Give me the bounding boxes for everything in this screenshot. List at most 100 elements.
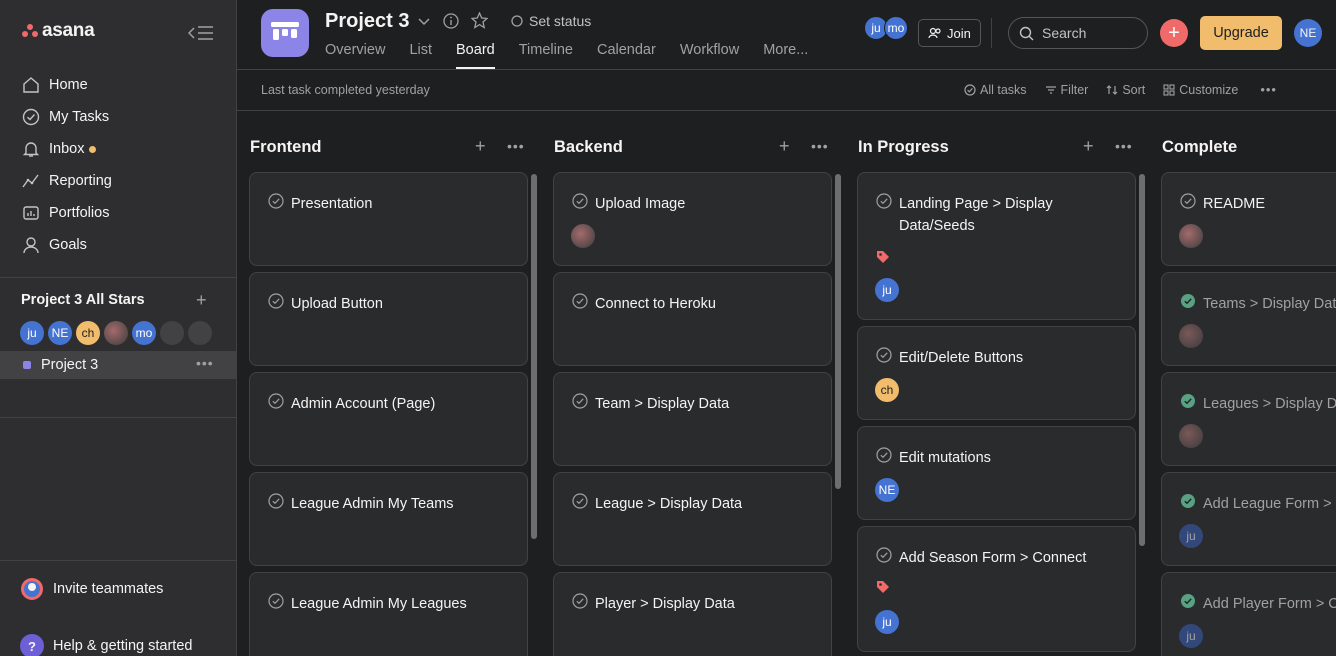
- create-button[interactable]: +: [1160, 19, 1188, 47]
- task-card[interactable]: League Admin My Leagues: [249, 572, 528, 656]
- tab-timeline[interactable]: Timeline: [519, 42, 573, 69]
- check-circle-icon[interactable]: [572, 493, 588, 509]
- sort-button[interactable]: Sort: [1106, 83, 1145, 97]
- check-circle-icon[interactable]: [572, 193, 588, 209]
- collapse-sidebar-icon[interactable]: [187, 24, 214, 42]
- avatar[interactable]: ju: [20, 321, 44, 345]
- check-circle-icon[interactable]: [572, 593, 588, 609]
- task-card[interactable]: Presentation: [249, 172, 528, 266]
- avatar-placeholder[interactable]: [160, 321, 184, 345]
- column-title[interactable]: Backend: [554, 138, 623, 157]
- avatar[interactable]: NE: [875, 478, 899, 502]
- sidebar-item-goals[interactable]: Goals: [0, 229, 237, 261]
- sidebar-item-home[interactable]: Home: [0, 69, 237, 101]
- all-tasks-button[interactable]: All tasks: [964, 83, 1027, 97]
- tab-overview[interactable]: Overview: [325, 42, 385, 69]
- filter-button[interactable]: Filter: [1045, 83, 1088, 97]
- task-card[interactable]: Landing Page > Display Data/Seeds ju: [857, 172, 1136, 320]
- avatar-photo[interactable]: [1179, 324, 1203, 348]
- check-circle-filled-icon[interactable]: [1180, 493, 1196, 509]
- avatar-photo[interactable]: [1179, 424, 1203, 448]
- task-card[interactable]: Upload Image: [553, 172, 832, 266]
- upgrade-button[interactable]: Upgrade: [1200, 16, 1282, 50]
- set-status-button[interactable]: Set status: [511, 13, 591, 29]
- check-circle-icon[interactable]: [268, 493, 284, 509]
- tab-board[interactable]: Board: [456, 42, 495, 69]
- add-task-button[interactable]: +: [475, 136, 486, 157]
- avatar[interactable]: ju: [1179, 624, 1203, 648]
- asana-logo[interactable]: asana: [22, 20, 95, 42]
- info-icon[interactable]: [443, 12, 459, 29]
- task-card[interactable]: README: [1161, 172, 1336, 266]
- check-circle-icon[interactable]: [572, 393, 588, 409]
- task-card[interactable]: Team > Display Data: [553, 372, 832, 466]
- add-task-button[interactable]: +: [1083, 136, 1094, 157]
- add-project-button[interactable]: +: [196, 291, 207, 309]
- team-title[interactable]: Project 3 All Stars: [21, 292, 145, 308]
- check-circle-icon[interactable]: [876, 447, 892, 463]
- task-card[interactable]: Leagues > Display Data: [1161, 372, 1336, 466]
- avatar-photo[interactable]: [1179, 224, 1203, 248]
- add-task-button[interactable]: +: [779, 136, 790, 157]
- task-card[interactable]: League Admin My Teams: [249, 472, 528, 566]
- column-more-icon[interactable]: •••: [507, 138, 525, 154]
- task-card[interactable]: Teams > Display Data: [1161, 272, 1336, 366]
- task-card[interactable]: Add Season Form > Connect ju: [857, 526, 1136, 652]
- check-circle-icon[interactable]: [268, 593, 284, 609]
- check-circle-icon[interactable]: [268, 393, 284, 409]
- project-members[interactable]: ju mo: [864, 16, 908, 40]
- help-button[interactable]: ? Help & getting started: [20, 634, 192, 656]
- column-scrollbar[interactable]: [1139, 174, 1145, 546]
- customize-button[interactable]: Customize: [1163, 83, 1238, 97]
- avatar[interactable]: ch: [76, 321, 100, 345]
- check-circle-icon[interactable]: [876, 347, 892, 363]
- check-circle-icon[interactable]: [876, 193, 892, 209]
- sidebar-item-reporting[interactable]: Reporting: [0, 165, 237, 197]
- avatar-photo[interactable]: [104, 321, 128, 345]
- column-scrollbar[interactable]: [835, 174, 841, 489]
- column-more-icon[interactable]: •••: [1115, 138, 1133, 154]
- task-card[interactable]: Add League Form > C ju: [1161, 472, 1336, 566]
- avatar[interactable]: NE: [48, 321, 72, 345]
- user-avatar[interactable]: NE: [1294, 19, 1322, 47]
- join-button[interactable]: Join: [918, 19, 981, 47]
- check-circle-filled-icon[interactable]: [1180, 393, 1196, 409]
- tab-more[interactable]: More...: [763, 42, 808, 69]
- avatar[interactable]: ju: [1179, 524, 1203, 548]
- task-card[interactable]: Add Player Form > C ju: [1161, 572, 1336, 656]
- task-card[interactable]: Player > Display Data: [553, 572, 832, 656]
- chevron-down-icon[interactable]: [417, 14, 431, 28]
- more-options-icon[interactable]: •••: [1260, 82, 1277, 97]
- avatar[interactable]: ch: [875, 378, 899, 402]
- tab-calendar[interactable]: Calendar: [597, 42, 656, 69]
- column-title[interactable]: Frontend: [250, 138, 322, 157]
- check-circle-icon[interactable]: [268, 293, 284, 309]
- check-circle-icon[interactable]: [268, 193, 284, 209]
- avatar[interactable]: mo: [884, 16, 908, 40]
- sidebar-item-inbox[interactable]: Inbox: [0, 133, 237, 165]
- tab-list[interactable]: List: [409, 42, 432, 69]
- sidebar-item-portfolios[interactable]: Portfolios: [0, 197, 237, 229]
- check-circle-filled-icon[interactable]: [1180, 293, 1196, 309]
- column-title[interactable]: In Progress: [858, 138, 949, 157]
- star-icon[interactable]: [471, 12, 488, 29]
- check-circle-filled-icon[interactable]: [1180, 593, 1196, 609]
- avatar[interactable]: ju: [875, 278, 899, 302]
- column-more-icon[interactable]: •••: [811, 138, 829, 154]
- check-circle-icon[interactable]: [876, 547, 892, 563]
- task-card[interactable]: Connect to Heroku: [553, 272, 832, 366]
- avatar[interactable]: ju: [875, 610, 899, 634]
- task-card[interactable]: League > Display Data: [553, 472, 832, 566]
- sidebar-item-project-3[interactable]: Project 3 •••: [0, 351, 237, 379]
- column-title[interactable]: Complete: [1162, 138, 1237, 157]
- sidebar-item-my-tasks[interactable]: My Tasks: [0, 101, 237, 133]
- check-circle-icon[interactable]: [572, 293, 588, 309]
- task-card[interactable]: Edit/Delete Buttons ch: [857, 326, 1136, 420]
- task-card[interactable]: Edit mutations NE: [857, 426, 1136, 520]
- invite-teammates-button[interactable]: Invite teammates: [20, 577, 163, 601]
- project-more-icon[interactable]: •••: [196, 355, 214, 371]
- search-input[interactable]: Search: [1008, 17, 1148, 49]
- avatar[interactable]: mo: [132, 321, 156, 345]
- column-scrollbar[interactable]: [531, 174, 537, 539]
- tab-workflow[interactable]: Workflow: [680, 42, 739, 69]
